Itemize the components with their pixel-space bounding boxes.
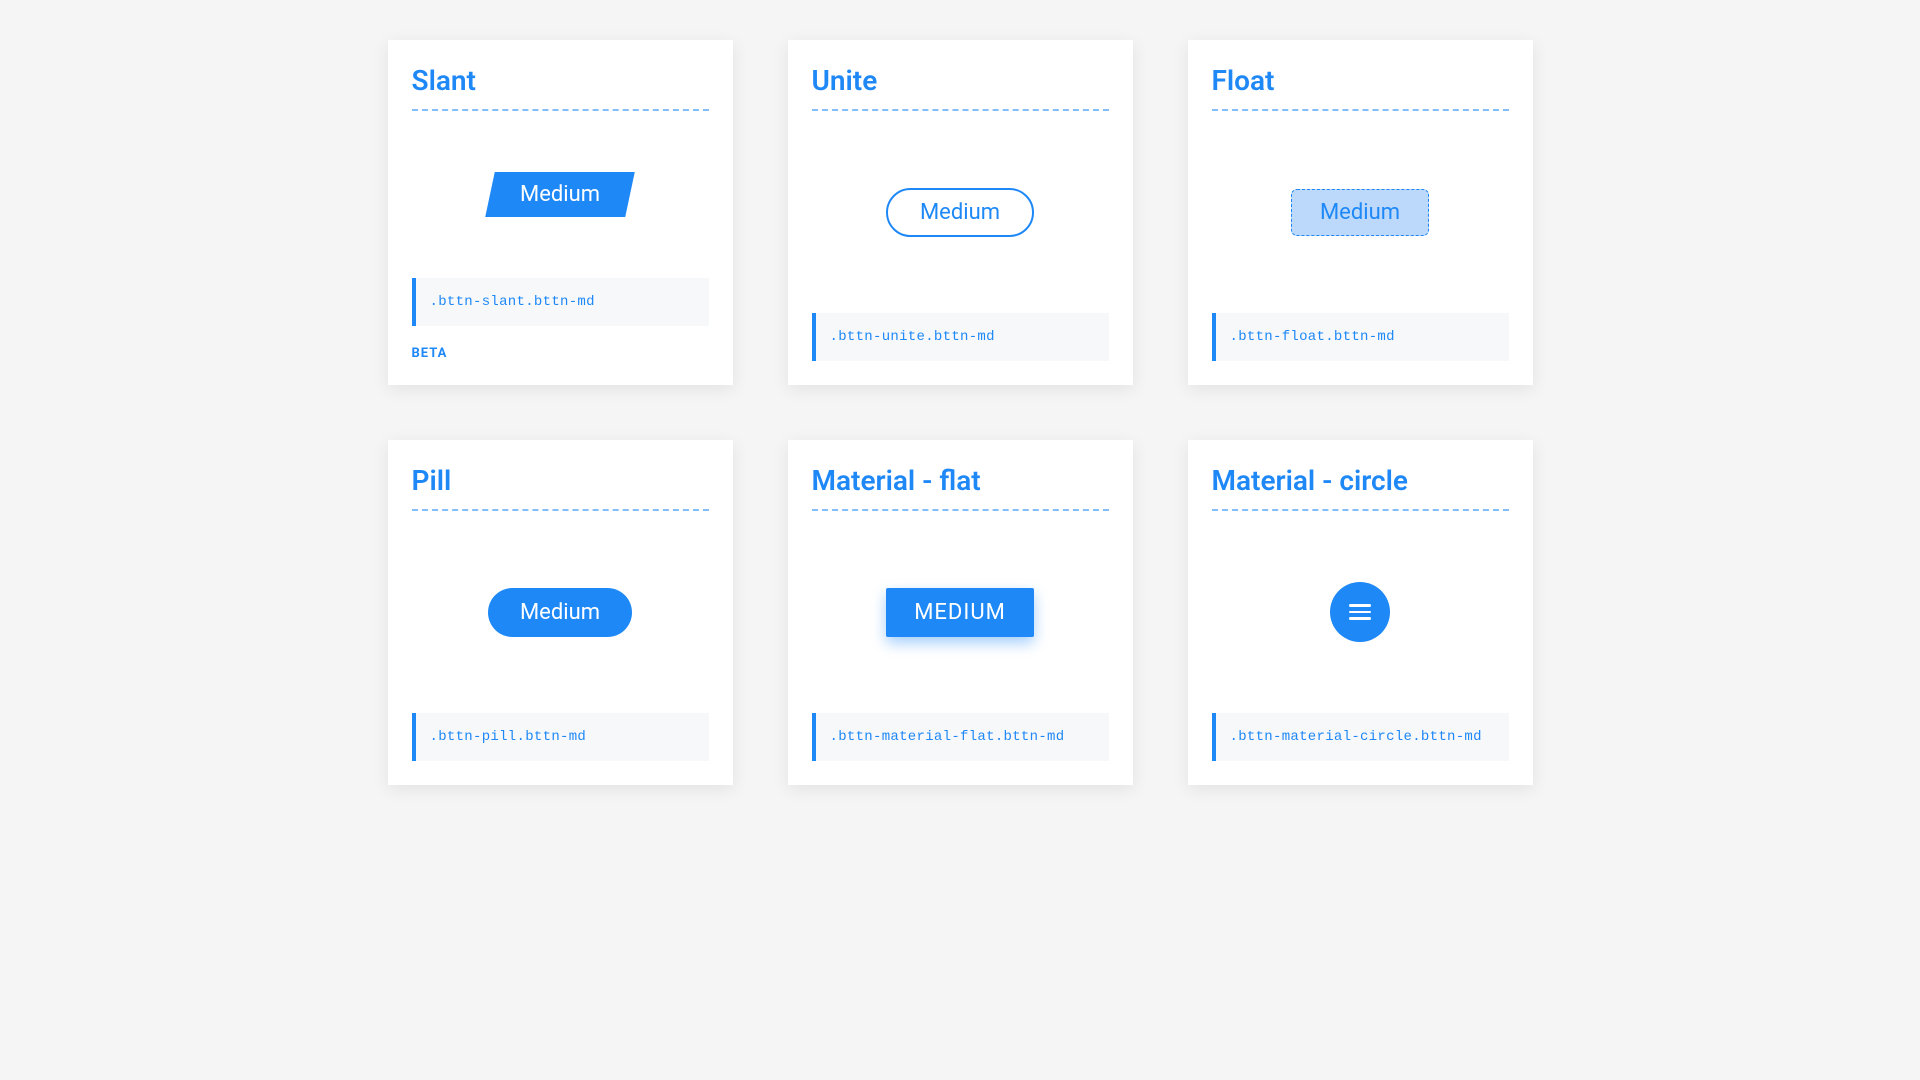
demo-area: Medium xyxy=(412,143,709,246)
button-label: Medium xyxy=(520,182,600,207)
demo-area: Medium xyxy=(1212,143,1509,281)
code-snippet: .bttn-slant.bttn-md xyxy=(412,278,709,326)
demo-area: MEDIUM xyxy=(812,543,1109,681)
card-title: Pill xyxy=(412,464,709,497)
card-slant: Slant Medium .bttn-slant.bttn-md BETA xyxy=(388,40,733,385)
divider xyxy=(412,109,709,111)
divider xyxy=(812,509,1109,511)
pill-button[interactable]: Medium xyxy=(488,588,632,637)
divider xyxy=(812,109,1109,111)
divider xyxy=(1212,509,1509,511)
material-flat-button[interactable]: MEDIUM xyxy=(886,588,1034,637)
divider xyxy=(1212,109,1509,111)
card-title: Material - flat xyxy=(812,464,1109,497)
float-button[interactable]: Medium xyxy=(1291,189,1429,236)
card-title: Material - circle xyxy=(1212,464,1509,497)
demo-area xyxy=(1212,543,1509,681)
beta-badge: BETA xyxy=(412,346,709,361)
card-float: Float Medium .bttn-float.bttn-md xyxy=(1188,40,1533,385)
unite-button[interactable]: Medium xyxy=(886,188,1034,237)
button-style-grid: Slant Medium .bttn-slant.bttn-md BETA Un… xyxy=(230,40,1690,785)
card-title: Float xyxy=(1212,64,1509,97)
slant-button[interactable]: Medium xyxy=(485,172,635,217)
code-snippet: .bttn-unite.bttn-md xyxy=(812,313,1109,361)
material-circle-button[interactable] xyxy=(1330,582,1390,642)
card-material-flat: Material - flat MEDIUM .bttn-material-fl… xyxy=(788,440,1133,785)
divider xyxy=(412,509,709,511)
hamburger-icon xyxy=(1349,600,1371,624)
code-snippet: .bttn-material-circle.bttn-md xyxy=(1212,713,1509,761)
demo-area: Medium xyxy=(812,143,1109,281)
card-unite: Unite Medium .bttn-unite.bttn-md xyxy=(788,40,1133,385)
code-snippet: .bttn-float.bttn-md xyxy=(1212,313,1509,361)
demo-area: Medium xyxy=(412,543,709,681)
code-snippet: .bttn-material-flat.bttn-md xyxy=(812,713,1109,761)
code-snippet: .bttn-pill.bttn-md xyxy=(412,713,709,761)
card-title: Slant xyxy=(412,64,709,97)
card-title: Unite xyxy=(812,64,1109,97)
card-material-circle: Material - circle .bttn-material-circle.… xyxy=(1188,440,1533,785)
card-pill: Pill Medium .bttn-pill.bttn-md xyxy=(388,440,733,785)
